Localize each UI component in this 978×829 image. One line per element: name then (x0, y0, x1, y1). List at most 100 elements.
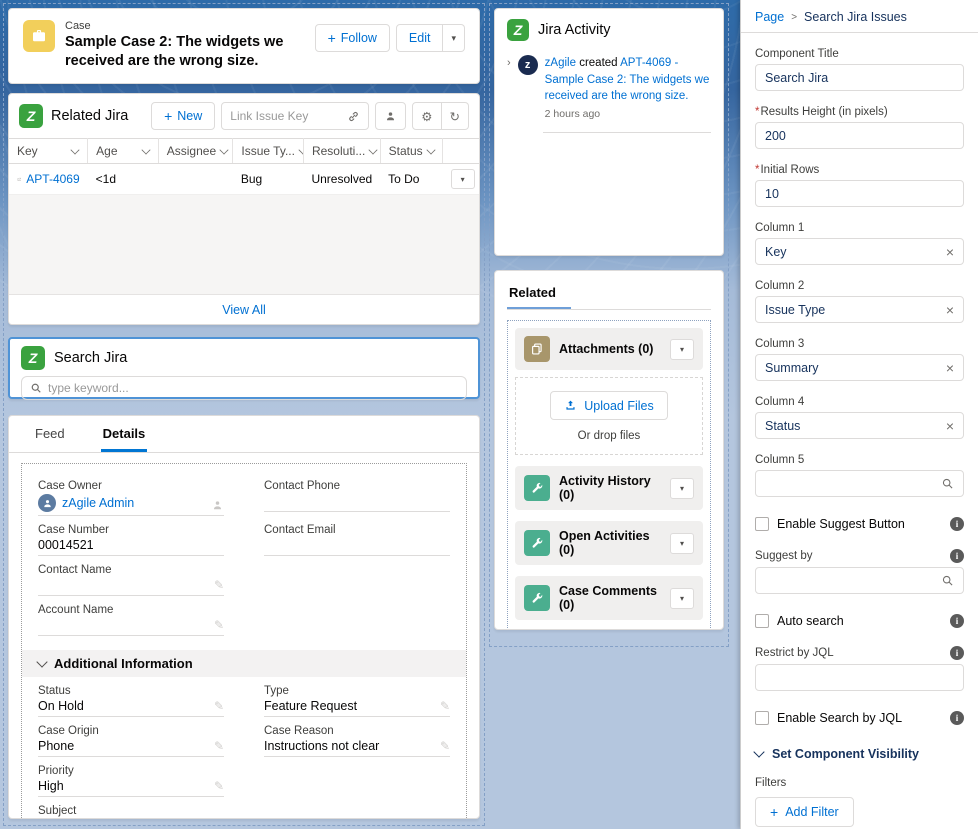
follow-button[interactable]: + Follow (315, 24, 390, 52)
column-5-input[interactable] (755, 470, 964, 497)
initial-rows-input[interactable]: 10 (755, 180, 964, 207)
col-header-assignee[interactable]: Assignee (158, 139, 233, 164)
related-jira-card: Z Related Jira + New Link Issue Key ⚙ (8, 93, 480, 325)
jira-keyword-search-input[interactable]: type keyword... (21, 376, 467, 400)
sort-chevron-icon (298, 145, 303, 154)
link-icon (347, 110, 360, 123)
add-filter-button[interactable]: + Add Filter (755, 797, 854, 827)
breadcrumb: Page > Search Jira Issues (755, 8, 964, 32)
set-component-visibility-section[interactable]: Set Component Visibility (755, 747, 964, 761)
column-2-input[interactable]: Issue Type× (755, 296, 964, 323)
related-list-attachments: Attachments (0) ▾ Upload Files Or drop f… (515, 328, 703, 455)
list-actions-button[interactable]: ▾ (670, 478, 694, 499)
tab-related[interactable]: Related (507, 279, 558, 307)
restrict-jql-label: Restrict by JQL (755, 647, 950, 659)
breadcrumb-separator: > (791, 12, 797, 23)
col-header-age[interactable]: Age (88, 139, 159, 164)
close-icon[interactable]: × (946, 360, 954, 376)
type-value: Feature Request (264, 699, 357, 713)
column-3-label: Column 3 (755, 338, 964, 350)
edit-pencil-icon[interactable]: ✎ (440, 699, 450, 713)
upload-files-button[interactable]: Upload Files (550, 391, 667, 420)
search-icon (941, 477, 954, 490)
component-properties-panel: Page > Search Jira Issues Component Titl… (740, 0, 978, 829)
required-marker: * (755, 164, 759, 176)
person-icon (384, 110, 397, 123)
wrench-icon (524, 475, 550, 501)
tab-details[interactable]: Details (101, 416, 148, 452)
edit-pencil-icon[interactable]: ✎ (214, 739, 224, 753)
related-lists-card: Related Attachments (0) ▾ Upload Files (494, 270, 724, 630)
results-height-input[interactable]: 200 (755, 122, 964, 149)
view-all-link[interactable]: View All (222, 303, 266, 317)
suggest-by-label: Suggest by (755, 550, 950, 562)
external-link-icon (17, 174, 21, 185)
search-jira-card-selected[interactable]: Z Search Jira type keyword... (8, 337, 480, 399)
column-1-input[interactable]: Key× (755, 238, 964, 265)
chevron-down-icon: ▾ (680, 345, 684, 354)
activity-actor-link[interactable]: zAgile (545, 57, 576, 69)
auto-search-label: Auto search (777, 614, 942, 628)
search-icon (941, 574, 954, 587)
edit-pencil-icon[interactable]: ✎ (214, 618, 224, 632)
plus-icon: + (164, 109, 172, 123)
page-main-column: Case Sample Case 2: The widgets we recei… (3, 3, 485, 826)
component-title-label: Component Title (755, 48, 964, 60)
status-value: On Hold (38, 699, 84, 713)
expand-chevron-icon[interactable]: › (507, 55, 511, 120)
close-icon[interactable]: × (946, 302, 954, 318)
issue-key-link[interactable]: APT-4069 (26, 172, 79, 186)
edit-pencil-icon[interactable]: ✎ (440, 739, 450, 753)
list-actions-button[interactable]: ▾ (670, 588, 694, 609)
enable-suggest-checkbox[interactable] (755, 517, 769, 531)
info-icon[interactable]: i (950, 614, 964, 628)
settings-button[interactable]: ⚙ (412, 102, 441, 130)
column-3-input[interactable]: Summary× (755, 354, 964, 381)
refresh-button[interactable]: ↻ (442, 102, 469, 130)
case-reason-value: Instructions not clear (264, 739, 379, 753)
edit-button[interactable]: Edit (396, 24, 444, 52)
case-origin-value: Phone (38, 739, 74, 753)
new-issue-button[interactable]: + New (151, 102, 215, 130)
column-4-input[interactable]: Status× (755, 412, 964, 439)
info-icon[interactable]: i (950, 711, 964, 725)
row-actions-button[interactable]: ▾ (451, 169, 475, 189)
breadcrumb-page-link[interactable]: Page (755, 10, 784, 24)
suggest-by-input[interactable] (755, 567, 964, 594)
more-actions-button[interactable]: ▾ (443, 24, 465, 52)
gear-icon: ⚙ (421, 109, 432, 124)
edit-pencil-icon[interactable]: ✎ (214, 699, 224, 713)
tab-feed[interactable]: Feed (33, 416, 67, 452)
info-icon[interactable]: i (950, 549, 964, 563)
related-lists-region: Attachments (0) ▾ Upload Files Or drop f… (507, 320, 711, 630)
file-drop-zone[interactable]: Upload Files Or drop files (515, 377, 703, 455)
case-owner-link[interactable]: zAgile Admin (62, 496, 134, 510)
wrench-icon (524, 530, 550, 556)
section-additional-information[interactable]: Additional Information (22, 650, 466, 677)
edit-pencil-icon[interactable]: ✎ (214, 578, 224, 592)
col-header-resolution[interactable]: Resoluti... (303, 139, 380, 164)
link-user-button[interactable] (375, 102, 406, 130)
divider (543, 132, 711, 133)
restrict-jql-input[interactable] (755, 664, 964, 691)
case-highlights-card: Case Sample Case 2: The widgets we recei… (8, 8, 480, 84)
col-header-key[interactable]: Key (9, 139, 88, 164)
info-icon[interactable]: i (950, 517, 964, 531)
list-actions-button[interactable]: ▾ (670, 533, 694, 554)
auto-search-checkbox[interactable] (755, 614, 769, 628)
plus-icon: + (328, 31, 336, 45)
change-owner-icon[interactable] (211, 499, 224, 512)
col-header-status[interactable]: Status (380, 139, 443, 164)
col-header-issue-type[interactable]: Issue Ty... (233, 139, 304, 164)
close-icon[interactable]: × (946, 244, 954, 260)
close-icon[interactable]: × (946, 418, 954, 434)
jira-activity-card: Z Jira Activity › z zAgile created APT-4… (494, 8, 724, 256)
list-actions-button[interactable]: ▾ (670, 339, 694, 360)
initial-rows-label: *Initial Rows (755, 164, 964, 176)
link-issue-key-input[interactable]: Link Issue Key (221, 102, 369, 130)
enable-search-jql-label: Enable Search by JQL (777, 711, 942, 725)
enable-search-jql-checkbox[interactable] (755, 711, 769, 725)
info-icon[interactable]: i (950, 646, 964, 660)
edit-pencil-icon[interactable]: ✎ (214, 779, 224, 793)
component-title-input[interactable]: Search Jira (755, 64, 964, 91)
